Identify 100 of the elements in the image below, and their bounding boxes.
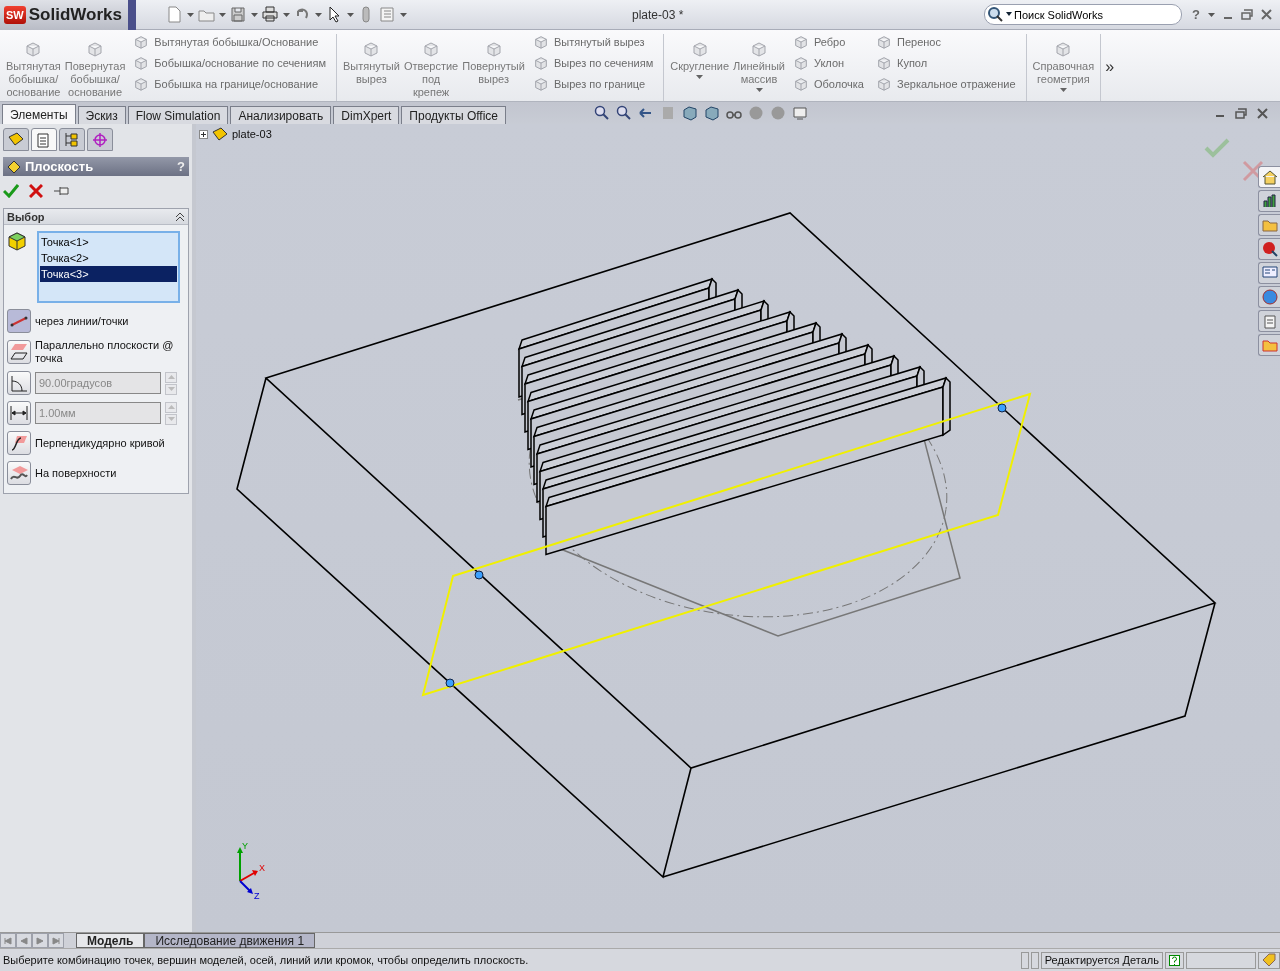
cube-icon	[532, 34, 549, 50]
status-panel	[1020, 951, 1029, 969]
scroll-button[interactable]	[0, 933, 16, 948]
caret-icon[interactable]	[347, 12, 354, 17]
curve-icon	[9, 433, 29, 453]
scroll-button[interactable]	[32, 933, 48, 948]
search-icon[interactable]	[987, 6, 1014, 23]
cube-icon	[86, 40, 105, 58]
collapse-icon[interactable]	[175, 211, 185, 222]
caret-icon[interactable]	[1208, 12, 1215, 17]
panel-title: Плоскость	[25, 159, 94, 174]
model-tab[interactable]: Модель	[76, 933, 145, 948]
magnifier-icon[interactable]	[1261, 241, 1278, 257]
down-arrow-icon	[167, 387, 175, 391]
cancel-icon[interactable]	[1242, 160, 1264, 182]
option-button[interactable]	[7, 401, 31, 425]
app-logo: SolidWorks	[28, 4, 122, 25]
help-icon[interactable]	[1169, 954, 1180, 966]
section-title: Выбор	[7, 210, 45, 223]
printer-icon[interactable]	[262, 6, 279, 23]
save-icon[interactable]	[230, 6, 247, 23]
cube-icon[interactable]	[682, 105, 699, 121]
cube-icon	[362, 40, 381, 58]
cube-icon	[750, 40, 768, 58]
zoom-icon[interactable]	[594, 105, 611, 121]
up-arrow-icon	[167, 375, 175, 379]
option-label: Параллельно плоскости @ точка	[35, 339, 175, 365]
close-icon[interactable]	[1261, 9, 1272, 20]
option-label: Перпендикудярно кривой	[35, 436, 165, 450]
cube-icon	[690, 40, 709, 58]
ball-icon[interactable]	[1261, 289, 1278, 305]
restore-icon[interactable]	[1241, 9, 1253, 20]
cube-icon	[1054, 40, 1073, 58]
panel-tab[interactable]	[3, 128, 29, 151]
caret-icon[interactable]	[251, 12, 258, 17]
status-panel: Редактируется Деталь	[1040, 951, 1163, 969]
panel-tab[interactable]	[87, 128, 113, 151]
cube-icon	[422, 40, 441, 58]
model-tab[interactable]: Исследование движения 1	[144, 933, 316, 948]
down-arrow-icon	[167, 417, 175, 421]
tag-icon[interactable]	[1262, 953, 1276, 967]
folder-icon[interactable]	[1261, 337, 1278, 353]
window-title: plate-03 *	[632, 7, 684, 22]
restore-icon[interactable]	[1235, 107, 1247, 119]
panel-tab[interactable]	[31, 128, 57, 151]
option-button[interactable]	[7, 461, 31, 485]
scroll-button[interactable]	[48, 933, 64, 948]
status-message: Выберите комбинацию точек, вершин моделей, осей, линий или кромок, чтобы определить плоскость.	[2, 954, 529, 966]
list-item[interactable]: Точка<1>	[40, 234, 177, 250]
chart-icon[interactable]	[1261, 193, 1278, 209]
layout-icon[interactable]	[1261, 265, 1278, 281]
zoom-area-icon[interactable]	[616, 105, 633, 121]
plane-icon	[7, 159, 21, 174]
caret-icon[interactable]	[283, 12, 290, 17]
clipboard-icon[interactable]	[1261, 313, 1278, 329]
status-panel	[1030, 951, 1039, 969]
distance-icon	[9, 403, 29, 423]
tree-item[interactable]: plate-03	[232, 128, 272, 140]
angle-icon	[9, 373, 29, 393]
house-icon[interactable]	[1261, 169, 1278, 185]
caret-icon[interactable]	[187, 12, 194, 17]
part-icon	[212, 127, 228, 141]
list-item[interactable]: Точка<3>	[40, 266, 177, 282]
pin-icon[interactable]	[53, 185, 71, 197]
more-button[interactable]: »	[1101, 34, 1119, 101]
option-label: через линии/точки	[35, 314, 129, 328]
command-tab[interactable]: DimXpert	[333, 106, 400, 124]
plane-icon	[9, 342, 29, 362]
close-icon[interactable]	[1257, 107, 1268, 119]
caret-icon[interactable]	[400, 12, 407, 17]
triangle-icon	[4, 936, 12, 945]
cancel-icon[interactable]	[29, 184, 43, 198]
cube-icon	[532, 76, 549, 92]
selection-list[interactable]: Точка<1> Точка<2> Точка<3>	[37, 231, 180, 303]
option-button[interactable]	[7, 371, 31, 395]
cube-icon	[24, 40, 43, 58]
command-tab[interactable]: Анализировать	[230, 106, 332, 124]
panel-tab[interactable]	[59, 128, 85, 151]
option-button[interactable]	[7, 431, 31, 455]
monitor-icon[interactable]	[792, 105, 809, 121]
caret-icon[interactable]	[219, 12, 226, 17]
expand-icon[interactable]	[199, 129, 208, 139]
ok-icon[interactable]	[3, 184, 19, 198]
caret-icon[interactable]	[315, 12, 322, 17]
box-icon[interactable]	[704, 105, 721, 121]
scroll-button[interactable]	[16, 933, 32, 948]
search-field[interactable]: Поиск SolidWorks	[984, 4, 1183, 25]
command-tab[interactable]: Эскиз	[77, 106, 126, 124]
command-tab[interactable]: Flow Simulation	[127, 106, 229, 124]
help-button[interactable]: ?	[177, 159, 185, 174]
checklist-icon[interactable]	[379, 6, 396, 23]
cube-icon	[876, 55, 892, 71]
axis-label: X	[259, 863, 265, 873]
cube-icon	[484, 40, 503, 58]
command-tab[interactable]: Продукты Office	[401, 106, 507, 124]
help-button[interactable]: ?	[1192, 7, 1200, 22]
axis-label: Y	[242, 841, 248, 851]
list-item[interactable]: Точка<2>	[40, 250, 177, 266]
cube-icon	[876, 34, 892, 50]
command-tab[interactable]: Элементы	[2, 104, 76, 124]
